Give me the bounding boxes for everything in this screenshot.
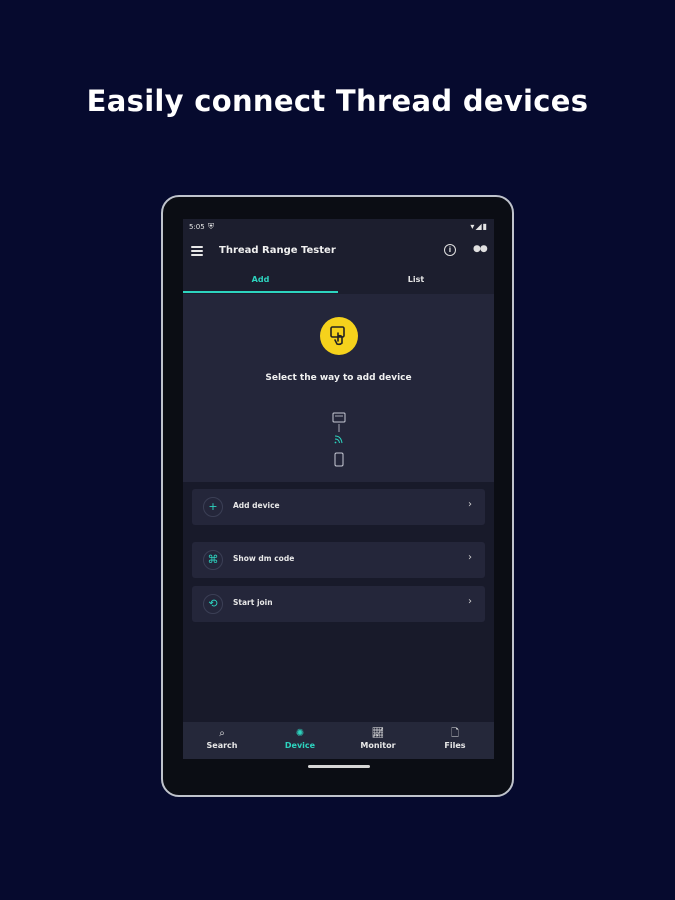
status-bar: 5:05 ⛨ ▾◢▮ xyxy=(183,219,494,237)
nav-label: Files xyxy=(444,741,466,750)
tab-add[interactable]: Add xyxy=(183,275,338,284)
show-dm-code-button[interactable]: ⌘ Show dm code › xyxy=(192,542,485,578)
app-bar: Thread Range Tester i ●● xyxy=(183,237,494,267)
history-icon: ⟲ xyxy=(203,594,223,614)
shield-icon: ⛨ xyxy=(208,222,214,231)
plus-icon: + xyxy=(203,497,223,517)
device-icon: ✺ xyxy=(295,728,305,739)
card-label: Start join xyxy=(233,598,273,607)
connection-diagram-icon xyxy=(332,412,346,467)
nav-monitor[interactable]: 📈︎ Monitor xyxy=(339,727,417,750)
more-icon[interactable]: ●● xyxy=(473,244,488,254)
status-time: 5:05 xyxy=(189,223,205,231)
nav-files[interactable]: 🗋︎ Files xyxy=(416,727,494,750)
nav-label: Search xyxy=(206,741,238,750)
card-label: Show dm code xyxy=(233,554,295,563)
tab-bar: Add List xyxy=(183,267,494,295)
start-join-button[interactable]: ⟲ Start join › xyxy=(192,586,485,622)
hero-title: Select the way to add device xyxy=(265,373,412,383)
tab-indicator xyxy=(183,291,338,293)
nav-label: Device xyxy=(284,741,316,750)
chevron-right-icon: › xyxy=(468,499,472,510)
battery-icon: ▾◢▮ xyxy=(470,222,488,231)
qr-code-icon: ⌘ xyxy=(203,550,223,570)
add-device-hero: Select the way to add device xyxy=(183,294,494,482)
chevron-right-icon: › xyxy=(468,596,472,607)
card-label: Add device xyxy=(233,501,280,510)
add-device-button[interactable]: + Add device › xyxy=(192,489,485,525)
nav-search[interactable]: ⌕ Search xyxy=(183,727,261,750)
info-icon[interactable]: i xyxy=(444,244,456,256)
bottom-navigation: ⌕ Search ✺ Device 📈︎ Monitor 🗋︎ Files xyxy=(183,722,494,759)
nav-device[interactable]: ✺ Device xyxy=(261,727,339,750)
search-icon: ⌕ xyxy=(219,728,225,739)
home-indicator[interactable] xyxy=(308,765,370,768)
app-title: Thread Range Tester xyxy=(219,245,336,256)
app-screen: 5:05 ⛨ ▾◢▮ Thread Range Tester i ●● Add … xyxy=(183,219,494,759)
chart-icon: 📈︎ xyxy=(371,728,385,739)
tab-list[interactable]: List xyxy=(338,275,494,284)
nav-label: Monitor xyxy=(360,741,396,750)
promo-headline: Easily connect Thread devices xyxy=(86,84,589,118)
chevron-right-icon: › xyxy=(468,552,472,563)
file-icon: 🗋︎ xyxy=(450,728,460,739)
menu-icon[interactable] xyxy=(191,246,203,256)
touch-app-icon xyxy=(320,317,358,355)
